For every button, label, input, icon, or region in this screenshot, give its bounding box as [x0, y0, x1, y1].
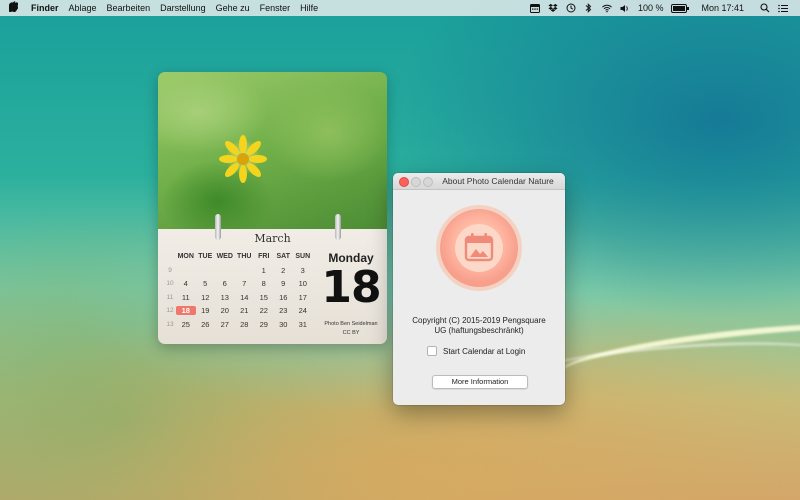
day-cell: 7	[242, 279, 247, 289]
bluetooth-icon[interactable]	[584, 3, 594, 13]
notification-center-icon[interactable]	[778, 3, 788, 13]
menu-bearbeiten[interactable]: Bearbeiten	[102, 0, 156, 16]
app-icon-inner	[455, 224, 503, 272]
photo-author: Photo Ben Seidelman	[324, 321, 378, 327]
menu-bar: Finder Ablage Bearbeiten Darstellung Geh…	[0, 0, 800, 16]
day-cell: 14	[240, 292, 249, 302]
dropbox-icon[interactable]	[548, 3, 558, 13]
day-cell: 12	[201, 292, 210, 302]
weekday-header: SUN	[295, 253, 311, 261]
day-cell: 29	[259, 319, 268, 329]
week-number: 11	[166, 293, 174, 301]
week-row: 12 18 19 20 21 22 23 24	[164, 304, 314, 318]
battery-percent[interactable]: 100 %	[638, 3, 664, 13]
week-row: 11 11 12 13 14 15 16 17	[164, 291, 314, 305]
week-number: 9	[168, 266, 172, 274]
menu-fenster[interactable]: Fenster	[255, 0, 296, 16]
month-grid: MON TUE WED THU FRI SAT SUN 9 1 2 3 10 4 5 6 7 8 9…	[164, 250, 314, 331]
day-cell: 28	[240, 319, 249, 329]
day-cell: 9	[281, 279, 286, 289]
spotlight-search-icon[interactable]	[760, 3, 770, 13]
day-cell: 20	[220, 306, 229, 316]
menu-gehe-zu[interactable]: Gehe zu	[211, 0, 255, 16]
nature-photo	[158, 72, 387, 229]
window-title: About Photo Calendar Nature	[442, 176, 554, 186]
day-cell: 31	[298, 319, 307, 329]
day-cell: 4	[183, 279, 188, 289]
time-machine-icon[interactable]	[566, 3, 576, 13]
weekday-header: WED	[216, 253, 233, 261]
volume-icon[interactable]	[620, 3, 630, 13]
apple-menu-icon[interactable]	[0, 1, 26, 15]
weekday-header-row: MON TUE WED THU FRI SAT SUN	[164, 250, 314, 264]
week-number: 13	[166, 320, 174, 328]
week-rows: 9 1 2 3 10 4 5 6 7 8 9 10 11 11 12 13 14 15 16 17 12 18 19 20 21…	[164, 264, 314, 332]
day-cell: 24	[298, 306, 307, 316]
week-number: 10	[166, 280, 174, 288]
day-cell: 17	[298, 292, 307, 302]
copyright-line: Copyright (C) 2015-2019 Pengsquare	[412, 316, 546, 325]
weekday-header: FRI	[258, 253, 270, 261]
day-cell: 8	[261, 279, 266, 289]
day-cell: 3	[300, 265, 305, 275]
photo-license: CC BY	[342, 330, 360, 336]
start-at-login-label[interactable]: Start Calendar at Login	[443, 347, 525, 356]
calendar-photo-icon	[464, 233, 494, 262]
start-at-login-checkbox[interactable]	[427, 346, 437, 356]
day-cell: 16	[279, 292, 288, 302]
weekday-header: THU	[237, 253, 252, 261]
day-cell: 21	[240, 306, 249, 316]
day-cell: 19	[201, 306, 210, 316]
close-button[interactable]	[399, 177, 409, 187]
minimize-button	[411, 177, 421, 187]
menu-ablage[interactable]: Ablage	[64, 0, 102, 16]
month-title: March	[254, 232, 291, 245]
battery-icon[interactable]	[671, 3, 690, 13]
day-cell: 27	[220, 319, 229, 329]
yellow-flower-image	[219, 135, 267, 183]
week-number: 12	[166, 307, 174, 315]
about-window: About Photo Calendar Nature Copyright (C…	[393, 173, 565, 405]
week-row: 10 4 5 6 7 8 9 10	[164, 277, 314, 291]
app-icon	[440, 209, 518, 287]
day-cell: 11	[181, 292, 190, 302]
day-cell: 23	[279, 306, 288, 316]
battery-level	[673, 5, 686, 11]
weekday-header: SAT	[276, 253, 290, 261]
clock[interactable]: Mon 17:41	[701, 3, 744, 13]
week-row: 13 25 26 27 28 29 30 31	[164, 318, 314, 332]
day-cell: 10	[298, 279, 307, 289]
copyright-text: Copyright (C) 2015-2019 Pengsquare UG (h…	[399, 316, 559, 336]
day-cell: 13	[220, 292, 229, 302]
day-cell: 22	[259, 306, 268, 316]
weekday-header: MON	[177, 253, 194, 261]
more-information-button[interactable]: More Information	[432, 375, 528, 389]
day-cell: 1	[261, 265, 266, 275]
day-cell: 2	[281, 265, 286, 275]
week-row: 9 1 2 3	[164, 264, 314, 278]
today-cell: 18	[176, 306, 196, 316]
photo-calendar-widget[interactable]: March MON TUE WED THU FRI SAT SUN 9 1 2 3 10…	[158, 72, 387, 344]
menu-darstellung[interactable]: Darstellung	[155, 0, 211, 16]
day-cell: 15	[259, 292, 268, 302]
photo-credit: Photo Ben Seidelman CC BY	[313, 320, 387, 338]
day-cell: 26	[201, 319, 210, 329]
title-bar[interactable]: About Photo Calendar Nature	[393, 173, 565, 190]
wifi-icon[interactable]	[602, 3, 612, 13]
day-cell: 5	[203, 279, 208, 289]
start-at-login-row[interactable]: Start Calendar at Login	[427, 346, 525, 356]
copyright-line: UG (haftungsbeschränkt)	[434, 326, 524, 335]
day-cell: 30	[279, 319, 288, 329]
day-cell: 6	[222, 279, 227, 289]
day-cell: 25	[181, 319, 190, 329]
calendar-tray-icon[interactable]	[529, 3, 540, 13]
menu-hilfe[interactable]: Hilfe	[295, 0, 323, 16]
weekday-header: TUE	[198, 253, 213, 261]
menu-finder[interactable]: Finder	[26, 0, 64, 16]
day-number: 18	[321, 262, 381, 313]
